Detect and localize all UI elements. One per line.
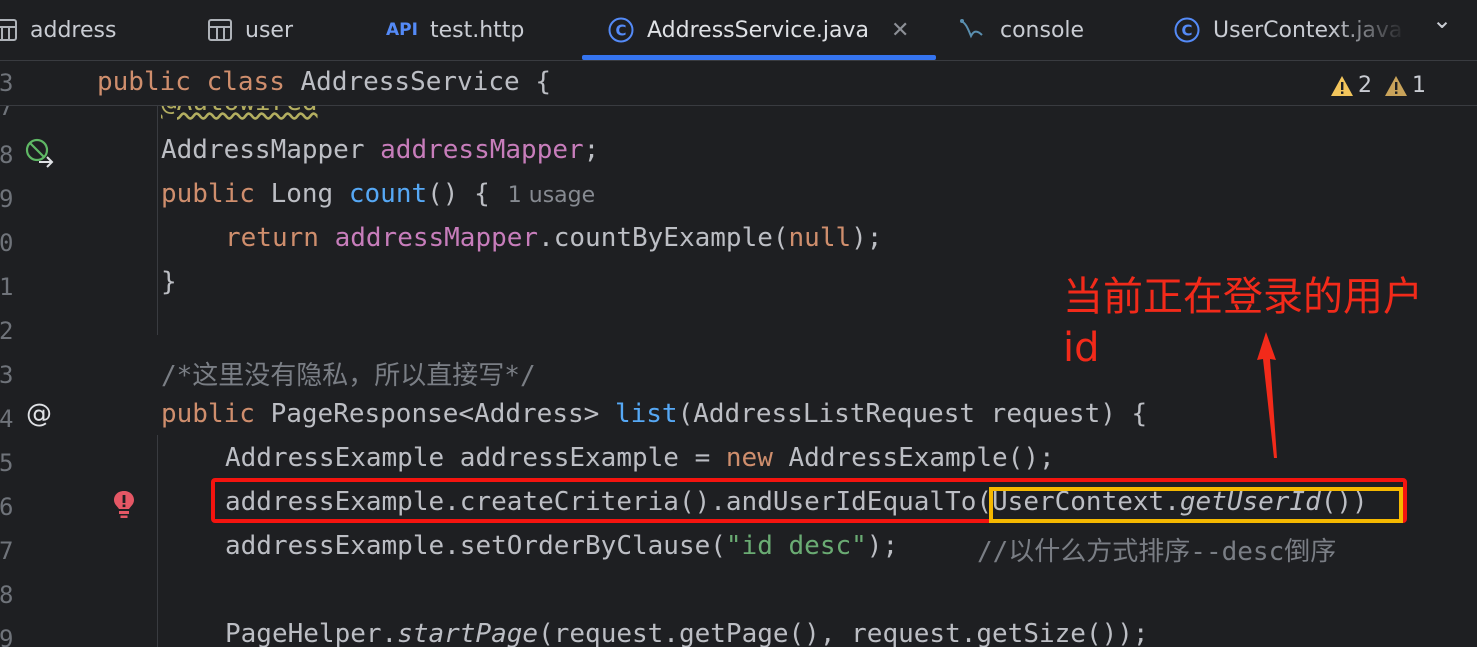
- sticky-class-header: 3 public class AddressService { 2 1: [0, 61, 1477, 106]
- usage-hint[interactable]: 1 usage: [508, 183, 595, 208]
- weak-warning-count: 1: [1412, 73, 1426, 98]
- at-sign-icon[interactable]: @: [26, 399, 52, 429]
- svg-text:C: C: [615, 22, 626, 40]
- tab-label: test.http: [429, 17, 525, 43]
- code-line: public class AddressService {: [97, 67, 551, 97]
- code-line: 9 public Long count() {1 usage: [0, 179, 596, 213]
- code-line: 7 addressExample.setOrderByClause("id de…: [0, 531, 1337, 567]
- editor-tab-bar: address user API test.http C AddressServ…: [0, 0, 1477, 61]
- annotation-arrow: [1257, 332, 1277, 458]
- warning-count: 2: [1358, 73, 1372, 98]
- svg-text:C: C: [1181, 22, 1192, 40]
- code-line: 0 return addressMapper.countByExample(nu…: [0, 223, 883, 257]
- active-tab-indicator: [582, 55, 936, 60]
- tab-label: user: [245, 17, 293, 43]
- navigate-to-bean-icon[interactable]: [24, 137, 56, 169]
- code-line: 9 PageHelper.startPage(request.getPage()…: [0, 619, 1149, 647]
- highlight-box-yellow: [989, 487, 1403, 523]
- tab-label: AddressService.java: [647, 17, 870, 43]
- table-icon: [207, 17, 233, 43]
- code-line: 8 AddressMapper addressMapper;: [0, 135, 600, 169]
- table-icon: [0, 17, 18, 43]
- tab-console[interactable]: console: [958, 0, 1084, 60]
- tab-label: console: [1000, 17, 1085, 43]
- tab-address-service[interactable]: C AddressService.java ✕: [607, 0, 909, 60]
- line-number: 3: [0, 69, 14, 97]
- console-icon: [958, 17, 988, 43]
- code-line: 8: [0, 581, 14, 609]
- warning-icon: [1331, 75, 1353, 96]
- tab-overflow-fade: [1330, 0, 1420, 58]
- class-icon: C: [607, 16, 635, 44]
- class-icon: C: [1173, 16, 1201, 44]
- chevron-down-icon[interactable]: ⌄: [1432, 6, 1452, 34]
- tab-label: address: [30, 17, 117, 43]
- inspection-widget[interactable]: 2 1: [1330, 73, 1438, 98]
- tab-test-http[interactable]: API test.http: [386, 0, 524, 60]
- close-icon[interactable]: ✕: [891, 18, 909, 43]
- api-icon: API: [386, 20, 418, 40]
- weak-warning-icon: [1385, 75, 1407, 96]
- tab-address[interactable]: address: [0, 0, 116, 60]
- tab-user[interactable]: user: [207, 0, 293, 60]
- error-bulb-icon[interactable]: [112, 489, 136, 521]
- code-line: 7 @Autowired: [0, 105, 318, 121]
